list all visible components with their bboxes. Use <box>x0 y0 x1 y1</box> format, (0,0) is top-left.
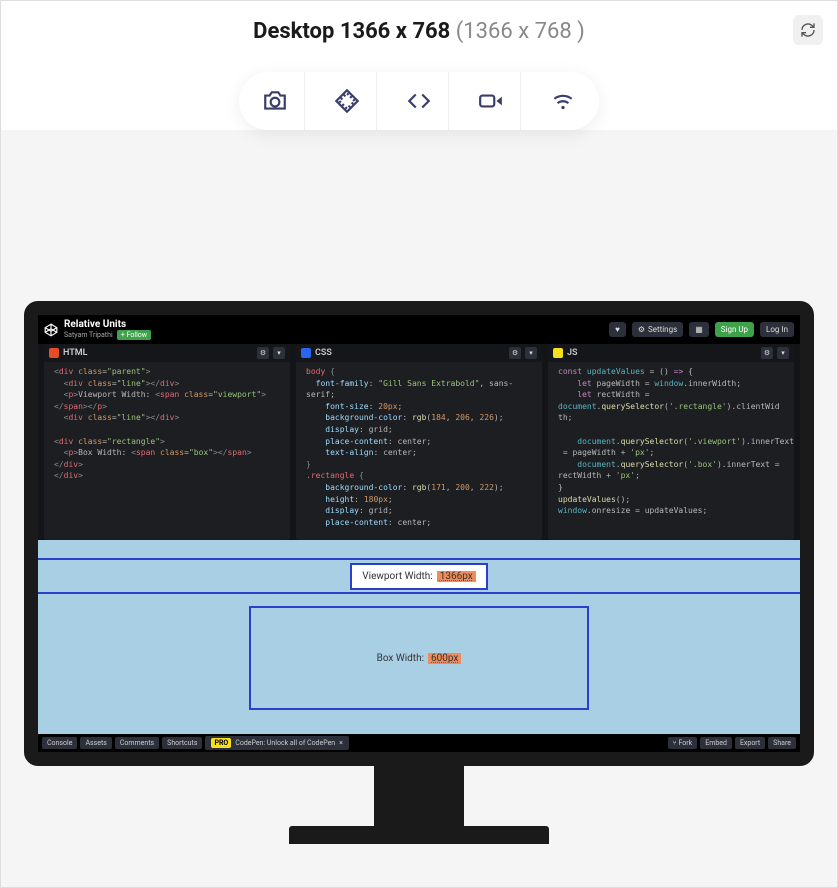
chevron-down-icon: ▾ <box>277 349 281 357</box>
code-button[interactable] <box>389 72 449 130</box>
video-icon <box>476 88 506 114</box>
codepen-header: Relative Units Satyam Tripathi + Follow … <box>38 315 800 344</box>
pane-menu-button[interactable]: ▾ <box>273 347 285 359</box>
follow-button[interactable]: + Follow <box>117 330 151 340</box>
console-button[interactable]: Console <box>42 737 77 749</box>
wifi-button[interactable] <box>533 72 593 130</box>
gear-icon: ⚙ <box>764 349 770 357</box>
pane-settings-button[interactable]: ⚙ <box>257 347 269 359</box>
js-pane-label: JS <box>567 348 578 358</box>
css-pane: CSS ⚙ ▾ body { font-family: "Gill Sans E… <box>296 344 542 540</box>
rotate-button[interactable] <box>317 72 377 130</box>
export-button[interactable]: Export <box>735 737 765 749</box>
camera-icon <box>262 88 288 114</box>
layout-icon: ▦ <box>695 325 703 334</box>
pane-settings-button[interactable]: ⚙ <box>509 347 521 359</box>
pen-author[interactable]: Satyam Tripathi <box>64 331 113 339</box>
html-badge-icon <box>49 348 59 358</box>
monitor-base <box>289 826 549 844</box>
fork-icon: ⑂ <box>673 739 677 747</box>
codepen-logo-icon <box>44 323 58 337</box>
chevron-down-icon: ▾ <box>529 349 533 357</box>
chevron-down-icon: ▾ <box>781 349 785 357</box>
pro-promo[interactable]: PRO CodePen: Unlock all of CodePen × <box>205 736 348 750</box>
css-editor[interactable]: body { font-family: "Gill Sans Extrabold… <box>296 362 542 540</box>
fork-button[interactable]: ⑂ Fork <box>668 737 698 749</box>
share-button[interactable]: Share <box>768 737 796 749</box>
viewport-width-value: 1366px <box>437 571 476 582</box>
close-icon[interactable]: × <box>339 739 343 747</box>
refresh-icon <box>800 22 816 38</box>
login-button[interactable]: Log In <box>760 322 794 337</box>
js-badge-icon <box>553 348 563 358</box>
like-button[interactable]: ♥ <box>609 322 626 337</box>
toolbar <box>239 72 599 130</box>
camera-button[interactable] <box>245 72 305 130</box>
signup-button[interactable]: Sign Up <box>715 322 754 337</box>
html-pane-label: HTML <box>63 348 88 358</box>
heart-icon: ♥ <box>615 325 620 334</box>
box-width-value: 600px <box>428 653 461 664</box>
preview-area: Viewport Width: 1366px Box Width: 600px <box>38 540 800 734</box>
pen-title: Relative Units <box>64 319 151 330</box>
video-button[interactable] <box>461 72 521 130</box>
rotate-icon <box>334 88 360 114</box>
title-main: Desktop 1366 x 768 <box>253 19 450 44</box>
settings-button[interactable]: ⚙Settings <box>632 322 683 337</box>
gear-icon: ⚙ <box>512 349 518 357</box>
page-title: Desktop 1366 x 768 (1366 x 768 ) <box>1 19 837 44</box>
box-width-label: Box Width: <box>377 653 424 664</box>
gear-icon: ⚙ <box>638 325 645 334</box>
code-icon <box>404 88 434 114</box>
viewport-width-label: Viewport Width: <box>362 571 432 582</box>
refresh-button[interactable] <box>793 15 823 45</box>
box-rectangle: Box Width: 600px <box>249 606 589 710</box>
wifi-icon <box>549 88 577 114</box>
embed-button[interactable]: Embed <box>700 737 732 749</box>
js-pane: JS ⚙ ▾ const updateValues = () => { let … <box>548 344 794 540</box>
layout-button[interactable]: ▦ <box>689 322 709 337</box>
assets-button[interactable]: Assets <box>80 737 111 749</box>
codepen-app: Relative Units Satyam Tripathi + Follow … <box>38 315 800 752</box>
js-editor[interactable]: const updateValues = () => { let pageWid… <box>548 362 794 540</box>
monitor-stand <box>374 766 464 826</box>
pro-badge-icon: PRO <box>211 738 231 748</box>
comments-button[interactable]: Comments <box>115 737 159 749</box>
gear-icon: ⚙ <box>260 349 266 357</box>
shortcuts-button[interactable]: Shortcuts <box>162 737 202 749</box>
css-badge-icon <box>301 348 311 358</box>
device-preview-monitor: Relative Units Satyam Tripathi + Follow … <box>24 301 814 844</box>
editor-panes: HTML ⚙ ▾ <div class="parent"> <div class… <box>38 344 800 540</box>
codepen-footer: Console Assets Comments Shortcuts PRO Co… <box>38 734 800 752</box>
pane-settings-button[interactable]: ⚙ <box>761 347 773 359</box>
pane-menu-button[interactable]: ▾ <box>525 347 537 359</box>
html-editor[interactable]: <div class="parent"> <div class="line"><… <box>44 362 290 540</box>
css-pane-label: CSS <box>315 348 332 358</box>
pane-menu-button[interactable]: ▾ <box>777 347 789 359</box>
title-dims: (1366 x 768 ) <box>456 19 585 44</box>
viewport-row: Viewport Width: 1366px <box>38 558 800 594</box>
monitor-screen: Relative Units Satyam Tripathi + Follow … <box>24 301 814 766</box>
html-pane: HTML ⚙ ▾ <div class="parent"> <div class… <box>44 344 290 540</box>
